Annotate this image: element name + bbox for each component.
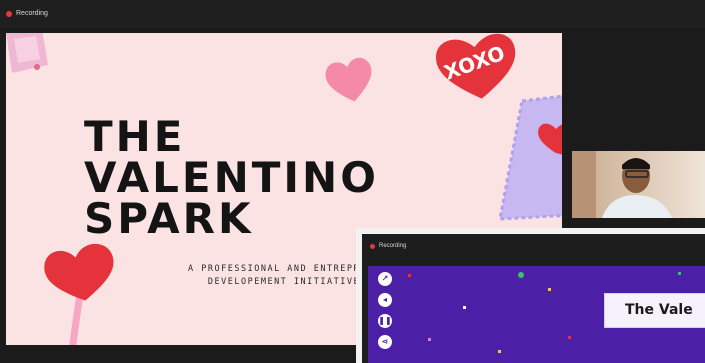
confetti: [463, 306, 466, 309]
share-network-icon[interactable]: ⋖: [378, 335, 392, 349]
overlay-slide: ↗ ◂ ❚❚ ⋖ The Vale: [368, 266, 705, 363]
confetti: [548, 288, 551, 291]
xoxo-heart-icon: XOXO: [436, 33, 516, 99]
title-line: THE: [84, 112, 186, 161]
overlay-recording-label: Recording: [379, 243, 407, 249]
stamp-icon: [6, 33, 48, 73]
participant-avatar: [572, 151, 672, 218]
confetti: [428, 338, 431, 341]
sound-icon[interactable]: ◂: [378, 293, 392, 307]
share-icon[interactable]: ↗: [378, 272, 392, 286]
confetti: [408, 274, 411, 277]
screen-share-overlay: Recording ↗ ◂ ❚❚ ⋖ The Vale: [356, 228, 705, 363]
confetti: [678, 272, 681, 275]
record-dot-icon: [370, 243, 375, 249]
pause-icon[interactable]: ❚❚: [378, 314, 392, 328]
recording-indicator: Recording: [6, 10, 48, 17]
recording-label: Recording: [16, 10, 48, 17]
confetti: [498, 350, 501, 353]
slide-title: THE VALENTINO SPARK: [84, 112, 379, 240]
title-line: VALENTINO: [84, 153, 379, 202]
record-dot-icon: [6, 10, 12, 17]
confetti: [568, 336, 571, 339]
overlay-recording-indicator: Recording: [370, 243, 406, 249]
purple-stamp-icon: [498, 95, 562, 221]
top-bar: Recording: [0, 0, 705, 28]
webcam-thumbnail[interactable]: [572, 151, 705, 218]
confetti: [518, 272, 524, 278]
pink-heart-icon: [325, 57, 372, 102]
overlay-title-card: The Vale: [604, 293, 705, 328]
